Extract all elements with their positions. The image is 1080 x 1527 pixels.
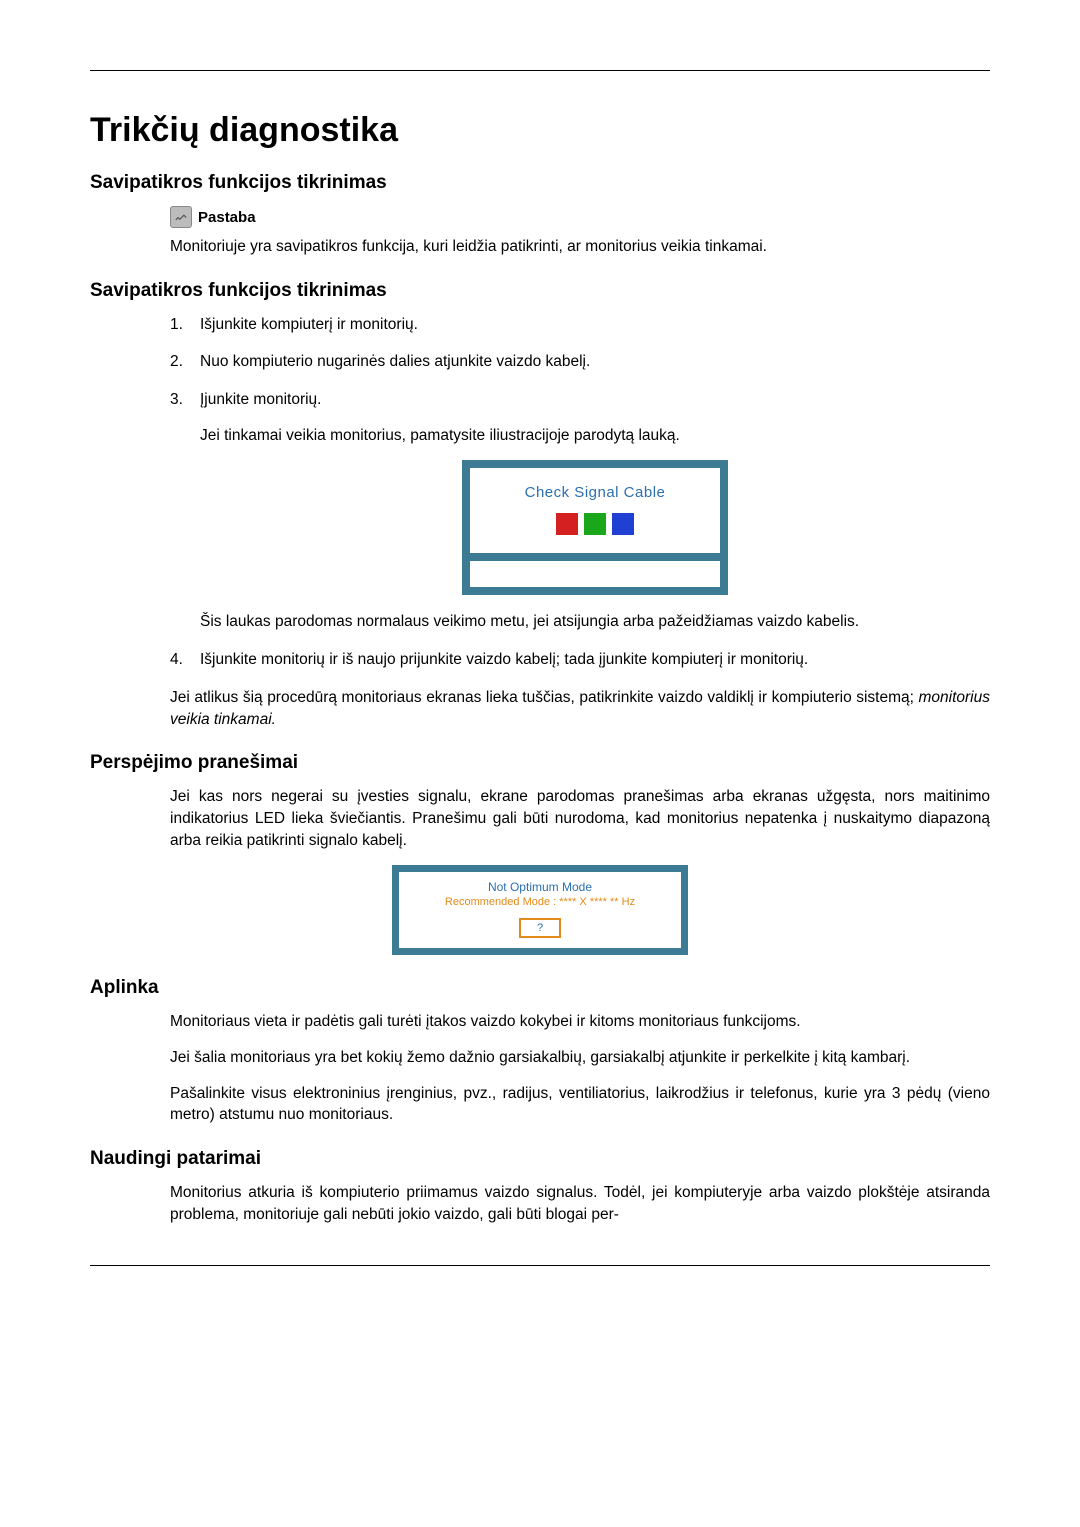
- section-heading-tips: Naudingi patarimai: [90, 1148, 990, 1170]
- step-text: Išjunkite kompiuterį ir monitorių.: [200, 316, 418, 333]
- step-item: Įjunkite monitorių. Jei tinkamai veikia …: [170, 389, 990, 633]
- note-icon: [170, 206, 192, 228]
- step-aftertext: Šis laukas parodomas normalaus veikimo m…: [200, 611, 990, 633]
- csc-panel: Check Signal Cable: [470, 468, 720, 553]
- figure-check-signal-cable: Check Signal Cable: [200, 460, 990, 595]
- step-text: Išjunkite monitorių ir iš naujo prijunki…: [200, 651, 808, 668]
- env-p3: Pašalinkite visus elektroninius įrengini…: [170, 1083, 990, 1126]
- green-square-icon: [584, 513, 606, 535]
- csc-bottom-bar: [470, 561, 720, 587]
- figure-not-optimum-mode: Not Optimum Mode Recommended Mode : ****…: [90, 865, 990, 955]
- nom-help-button: ?: [519, 918, 561, 938]
- step-item: Išjunkite monitorių ir iš naujo prijunki…: [170, 649, 990, 671]
- csc-color-squares: [470, 513, 720, 535]
- section-heading-environment: Aplinka: [90, 977, 990, 999]
- section-heading-selftest-steps: Savipatikros funkcijos tikrinimas: [90, 280, 990, 302]
- env-p2: Jei šalia monitoriaus yra bet kokių žemo…: [170, 1047, 990, 1069]
- page-title: Trikčių diagnostika: [90, 111, 990, 150]
- document-page: Trikčių diagnostika Savipatikros funkcij…: [0, 0, 1080, 1527]
- step-text: Nuo kompiuterio nugarinės dalies atjunki…: [200, 353, 590, 370]
- step-subtext: Jei tinkamai veikia monitorius, pamatysi…: [200, 425, 990, 447]
- nom-frame: Not Optimum Mode Recommended Mode : ****…: [392, 865, 688, 955]
- step-item: Nuo kompiuterio nugarinės dalies atjunki…: [170, 351, 990, 373]
- section-heading-selftest-intro: Savipatikros funkcijos tikrinimas: [90, 172, 990, 194]
- blue-square-icon: [612, 513, 634, 535]
- env-p1: Monitoriaus vieta ir padėtis gali turėti…: [170, 1011, 990, 1033]
- csc-title: Check Signal Cable: [470, 482, 720, 503]
- note-label: Pastaba: [198, 209, 256, 226]
- top-rule: [90, 70, 990, 71]
- note-row: Pastaba: [170, 206, 990, 228]
- bottom-rule: [90, 1265, 990, 1266]
- nom-panel: Not Optimum Mode Recommended Mode : ****…: [399, 872, 681, 948]
- step-item: Išjunkite kompiuterį ir monitorių.: [170, 314, 990, 336]
- csc-frame: Check Signal Cable: [462, 460, 728, 595]
- note-text: Monitoriuje yra savipatikros funkcija, k…: [170, 236, 990, 258]
- nom-title: Not Optimum Mode: [405, 880, 675, 894]
- after-text-plain: Jei atlikus šią procedūrą monitoriaus ek…: [170, 689, 919, 706]
- warnings-text: Jei kas nors negerai su įvesties signalu…: [170, 786, 990, 851]
- section-heading-warnings: Perspėjimo pranešimai: [90, 752, 990, 774]
- step-text: Įjunkite monitorių.: [200, 391, 321, 408]
- nom-subtitle: Recommended Mode : **** X **** ** Hz: [405, 896, 675, 908]
- step-list: Išjunkite kompiuterį ir monitorių. Nuo k…: [170, 314, 990, 671]
- after-procedure-text: Jei atlikus šią procedūrą monitoriaus ek…: [170, 687, 990, 730]
- red-square-icon: [556, 513, 578, 535]
- tips-p1: Monitorius atkuria iš kompiuterio priima…: [170, 1182, 990, 1225]
